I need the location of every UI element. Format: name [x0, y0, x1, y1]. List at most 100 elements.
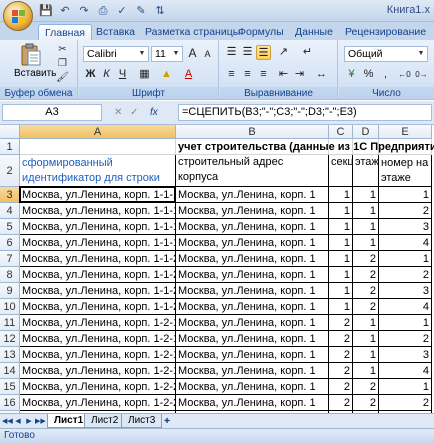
cell-b4[interactable]: Москва, ул.Ленина, корп. 1 — [176, 203, 329, 219]
fill-color-icon[interactable]: ▲ — [159, 67, 174, 82]
row-header-11[interactable]: 11 — [0, 315, 20, 331]
cell-a8[interactable]: Москва, ул.Ленина, корп. 1-1-2-2 — [20, 267, 176, 283]
last-sheet-icon[interactable]: ▶▶ — [35, 416, 46, 427]
thousands-separator-icon[interactable]: ‚ — [378, 67, 393, 82]
row-header-13[interactable]: 13 — [0, 347, 20, 363]
cell-b12[interactable]: Москва, ул.Ленина, корп. 1 — [176, 331, 329, 347]
cell-e2[interactable]: номер на этаже — [379, 155, 432, 187]
row-header-15[interactable]: 15 — [0, 379, 20, 395]
cell-b3[interactable]: Москва, ул.Ленина, корп. 1 — [176, 187, 329, 203]
column-header-c[interactable]: C — [329, 125, 353, 139]
spellcheck-icon[interactable]: ✓ — [114, 3, 130, 19]
cell-e15[interactable]: 1 — [379, 379, 432, 395]
currency-icon[interactable]: ¥ — [344, 67, 359, 82]
decrease-indent-icon[interactable]: ⇤ — [276, 67, 291, 82]
redo-icon[interactable]: ↷ — [76, 3, 92, 19]
font-color-button[interactable]: A — [181, 67, 196, 82]
cell-a10[interactable]: Москва, ул.Ленина, корп. 1-1-2-4 — [20, 299, 176, 315]
orientation-icon[interactable]: ↗ — [276, 45, 291, 60]
tab-insert[interactable]: Вставка — [96, 24, 135, 40]
cell-b2[interactable]: строительный адрес корпуса — [176, 155, 329, 187]
cell-e11[interactable]: 1 — [379, 315, 432, 331]
first-sheet-icon[interactable]: ◀◀ — [2, 416, 13, 427]
align-right-icon[interactable]: ≡ — [256, 67, 271, 82]
shrink-font-button[interactable]: A — [200, 47, 215, 62]
sheet-tab-3[interactable]: Лист3 — [121, 414, 163, 428]
cell-b1[interactable]: учет строительства (данные из 1С Предпри… — [176, 139, 434, 155]
format-painter-brush-icon[interactable]: 🖌 — [56, 72, 69, 84]
cell-e7[interactable]: 1 — [379, 251, 432, 267]
cell-d13[interactable]: 1 — [353, 347, 379, 363]
column-header-b[interactable]: B — [176, 125, 329, 139]
cell-c4[interactable]: 1 — [329, 203, 353, 219]
cell-a6[interactable]: Москва, ул.Ленина, корп. 1-1-1-4 — [20, 235, 176, 251]
insert-function-icon[interactable]: fx — [150, 104, 158, 121]
cell-a2[interactable]: сформированный идентификатор для строки — [20, 155, 176, 187]
align-top-icon[interactable]: ☰ — [224, 45, 239, 60]
cell-a9[interactable]: Москва, ул.Ленина, корп. 1-1-2-3 — [20, 283, 176, 299]
cell-c11[interactable]: 2 — [329, 315, 353, 331]
cell-e4[interactable]: 2 — [379, 203, 432, 219]
cell-d6[interactable]: 1 — [353, 235, 379, 251]
row-header-2[interactable]: 2 — [0, 155, 20, 187]
row-header-5[interactable]: 5 — [0, 219, 20, 235]
cell-a15[interactable]: Москва, ул.Ленина, корп. 1-2-2-1 — [20, 379, 176, 395]
wrap-text-icon[interactable]: ↵ — [300, 45, 315, 60]
grow-font-button[interactable]: A — [185, 46, 200, 61]
cell-e5[interactable]: 3 — [379, 219, 432, 235]
office-button[interactable] — [3, 1, 33, 31]
cell-c6[interactable]: 1 — [329, 235, 353, 251]
cell-d9[interactable]: 2 — [353, 283, 379, 299]
font-size-select[interactable]: 11 ▼ — [151, 46, 183, 62]
row-header-16[interactable]: 16 — [0, 395, 20, 411]
row-header-7[interactable]: 7 — [0, 251, 20, 267]
cell-b14[interactable]: Москва, ул.Ленина, корп. 1 — [176, 363, 329, 379]
cell-a4[interactable]: Москва, ул.Ленина, корп. 1-1-1-2 — [20, 203, 176, 219]
row-header-4[interactable]: 4 — [0, 203, 20, 219]
cell-c12[interactable]: 2 — [329, 331, 353, 347]
row-header-6[interactable]: 6 — [0, 235, 20, 251]
cell-a12[interactable]: Москва, ул.Ленина, корп. 1-2-1-2 — [20, 331, 176, 347]
tab-home[interactable]: Главная — [38, 24, 92, 40]
align-bottom-icon[interactable]: ☰ — [256, 45, 271, 60]
cell-b11[interactable]: Москва, ул.Ленина, корп. 1 — [176, 315, 329, 331]
align-middle-icon[interactable]: ☰ — [240, 45, 255, 60]
cell-b9[interactable]: Москва, ул.Ленина, корп. 1 — [176, 283, 329, 299]
row-header-12[interactable]: 12 — [0, 331, 20, 347]
align-center-icon[interactable]: ≡ — [240, 67, 255, 82]
cell-c2[interactable]: секция — [329, 155, 353, 187]
bold-button[interactable]: Ж — [83, 67, 98, 82]
cell-a1[interactable] — [20, 139, 176, 155]
cell-e16[interactable]: 2 — [379, 395, 432, 411]
cell-c16[interactable]: 2 — [329, 395, 353, 411]
cell-c5[interactable]: 1 — [329, 219, 353, 235]
copy-icon[interactable]: ❐ — [56, 58, 69, 70]
tab-page-layout[interactable]: Разметка страницы — [145, 24, 240, 40]
cell-a14[interactable]: Москва, ул.Ленина, корп. 1-2-1-4 — [20, 363, 176, 379]
paste-button-label[interactable]: Вставить — [14, 68, 56, 79]
cell-a16[interactable]: Москва, ул.Ленина, корп. 1-2-2-2 — [20, 395, 176, 411]
tab-data[interactable]: Данные — [295, 24, 333, 40]
cell-d4[interactable]: 1 — [353, 203, 379, 219]
cell-b8[interactable]: Москва, ул.Ленина, корп. 1 — [176, 267, 329, 283]
cell-e8[interactable]: 2 — [379, 267, 432, 283]
cell-b6[interactable]: Москва, ул.Ленина, корп. 1 — [176, 235, 329, 251]
cell-b5[interactable]: Москва, ул.Ленина, корп. 1 — [176, 219, 329, 235]
row-header-10[interactable]: 10 — [0, 299, 20, 315]
undo-icon[interactable]: ↶ — [57, 3, 73, 19]
cell-e14[interactable]: 4 — [379, 363, 432, 379]
insert-sheet-icon[interactable]: ✚ — [160, 416, 174, 427]
cell-b13[interactable]: Москва, ул.Ленина, корп. 1 — [176, 347, 329, 363]
cell-d10[interactable]: 2 — [353, 299, 379, 315]
tab-formulas[interactable]: Формулы — [238, 24, 284, 40]
merge-center-icon[interactable]: ↔ — [314, 67, 329, 82]
column-header-e[interactable]: E — [379, 125, 432, 139]
select-all-corner[interactable] — [0, 125, 20, 139]
increase-decimal-icon[interactable]: ←0 — [397, 67, 412, 82]
cell-b10[interactable]: Москва, ул.Ленина, корп. 1 — [176, 299, 329, 315]
cell-c9[interactable]: 1 — [329, 283, 353, 299]
cell-c7[interactable]: 1 — [329, 251, 353, 267]
increase-indent-icon[interactable]: ⇥ — [292, 67, 307, 82]
cell-c15[interactable]: 2 — [329, 379, 353, 395]
percent-icon[interactable]: % — [361, 67, 376, 82]
